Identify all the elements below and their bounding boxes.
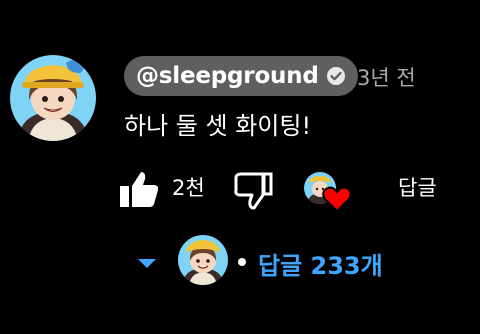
reply-avatar	[178, 235, 228, 285]
separator-dot	[238, 258, 246, 266]
view-replies-button[interactable]: 답글 233개	[258, 246, 383, 281]
like-count: 2천	[172, 176, 205, 200]
author-name[interactable]: @sleepground	[136, 63, 319, 89]
dislike-icon[interactable]	[233, 172, 273, 210]
creator-heart-icon	[304, 172, 352, 216]
author-chip[interactable]: @sleepground	[124, 56, 358, 96]
like-icon[interactable]	[119, 170, 159, 208]
comment-text: 하나 둘 셋 화이팅!	[124, 112, 312, 140]
reply-button[interactable]: 답글	[398, 172, 437, 202]
chevron-down-icon[interactable]	[136, 255, 158, 269]
avatar[interactable]	[10, 55, 96, 141]
comment-timestamp[interactable]: 3년 전	[357, 62, 416, 92]
verified-icon	[326, 66, 346, 86]
